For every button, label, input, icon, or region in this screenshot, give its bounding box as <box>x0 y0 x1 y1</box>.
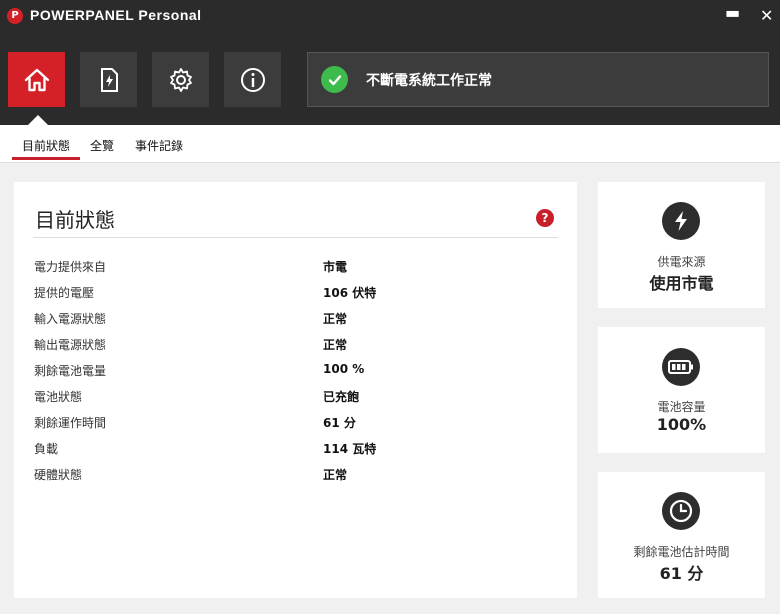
card-title: 目前狀態 <box>35 208 115 232</box>
row-value-output-status: 正常 <box>323 338 348 352</box>
tab-event-log[interactable]: 事件記錄 <box>135 137 183 154</box>
tab-overview[interactable]: 全覽 <box>90 137 114 154</box>
power-source-value: 使用市電 <box>649 274 714 293</box>
tab-active-indicator <box>12 157 80 160</box>
home-button[interactable] <box>8 52 65 107</box>
gear-icon <box>169 67 192 92</box>
tab-bar: 目前狀態 全覽 事件記錄 <box>0 125 780 163</box>
row-value-battery-charge: 100 % <box>323 362 365 376</box>
power-source-label: 供電來源 <box>657 255 706 269</box>
row-value-battery-status: 已充飽 <box>323 390 360 404</box>
power-source-card: 供電來源 使用市電 <box>598 182 765 308</box>
info-button[interactable] <box>224 52 281 107</box>
battery-icon <box>662 348 700 386</box>
status-card: 目前狀態 ? 電力提供來自 市電 提供的電壓 106 伏特 輸入電源狀態 正常 … <box>14 182 577 598</box>
title-bar: P POWERPANEL Personal ▬ ✕ <box>0 0 780 34</box>
status-panel: 不斷電系統工作正常 <box>307 52 769 107</box>
battery-label: 電池容量 <box>657 400 706 414</box>
row-label-runtime: 剩餘運作時間 <box>34 416 107 430</box>
clock-icon <box>662 492 700 530</box>
settings-button[interactable] <box>152 52 209 107</box>
row-value-voltage: 106 伏特 <box>323 286 377 300</box>
row-label-battery-charge: 剩餘電池電量 <box>34 364 107 378</box>
active-caret <box>28 115 48 125</box>
row-value-input-status: 正常 <box>323 312 348 326</box>
app-title: POWERPANEL Personal <box>30 7 202 23</box>
runtime-card: 剩餘電池估計時間 61 分 <box>598 472 765 598</box>
status-message: 不斷電系統工作正常 <box>366 73 492 89</box>
toolbar: 不斷電系統工作正常 <box>0 34 780 125</box>
row-label-power-source: 電力提供來自 <box>34 260 107 274</box>
close-button[interactable]: ✕ <box>760 6 773 25</box>
power-status-button[interactable] <box>80 52 137 107</box>
battery-card: 電池容量 100% <box>598 327 765 453</box>
row-label-hardware-status: 硬體狀態 <box>34 468 83 482</box>
battery-value: 100% <box>656 415 707 434</box>
minimize-button[interactable]: ▬ <box>725 3 740 22</box>
row-value-runtime: 61 分 <box>323 416 356 430</box>
divider <box>33 237 558 238</box>
info-icon <box>240 67 265 92</box>
row-label-input-status: 輸入電源狀態 <box>34 312 107 326</box>
tab-current-status[interactable]: 目前狀態 <box>22 137 70 154</box>
row-value-hardware-status: 正常 <box>323 468 348 482</box>
check-icon <box>321 66 348 93</box>
row-label-output-status: 輸出電源狀態 <box>34 338 107 352</box>
lightning-icon <box>662 202 700 240</box>
app-logo: P <box>7 8 23 24</box>
row-value-power-source: 市電 <box>323 260 348 274</box>
runtime-label: 剩餘電池估計時間 <box>633 545 730 559</box>
row-value-load: 114 瓦特 <box>323 442 377 456</box>
row-label-load: 負載 <box>34 442 59 456</box>
home-icon <box>24 68 49 91</box>
row-label-battery-status: 電池狀態 <box>34 390 83 404</box>
runtime-value: 61 分 <box>659 564 704 583</box>
power-file-icon <box>100 67 118 92</box>
row-label-voltage: 提供的電壓 <box>34 286 95 300</box>
help-icon[interactable]: ? <box>536 209 554 227</box>
